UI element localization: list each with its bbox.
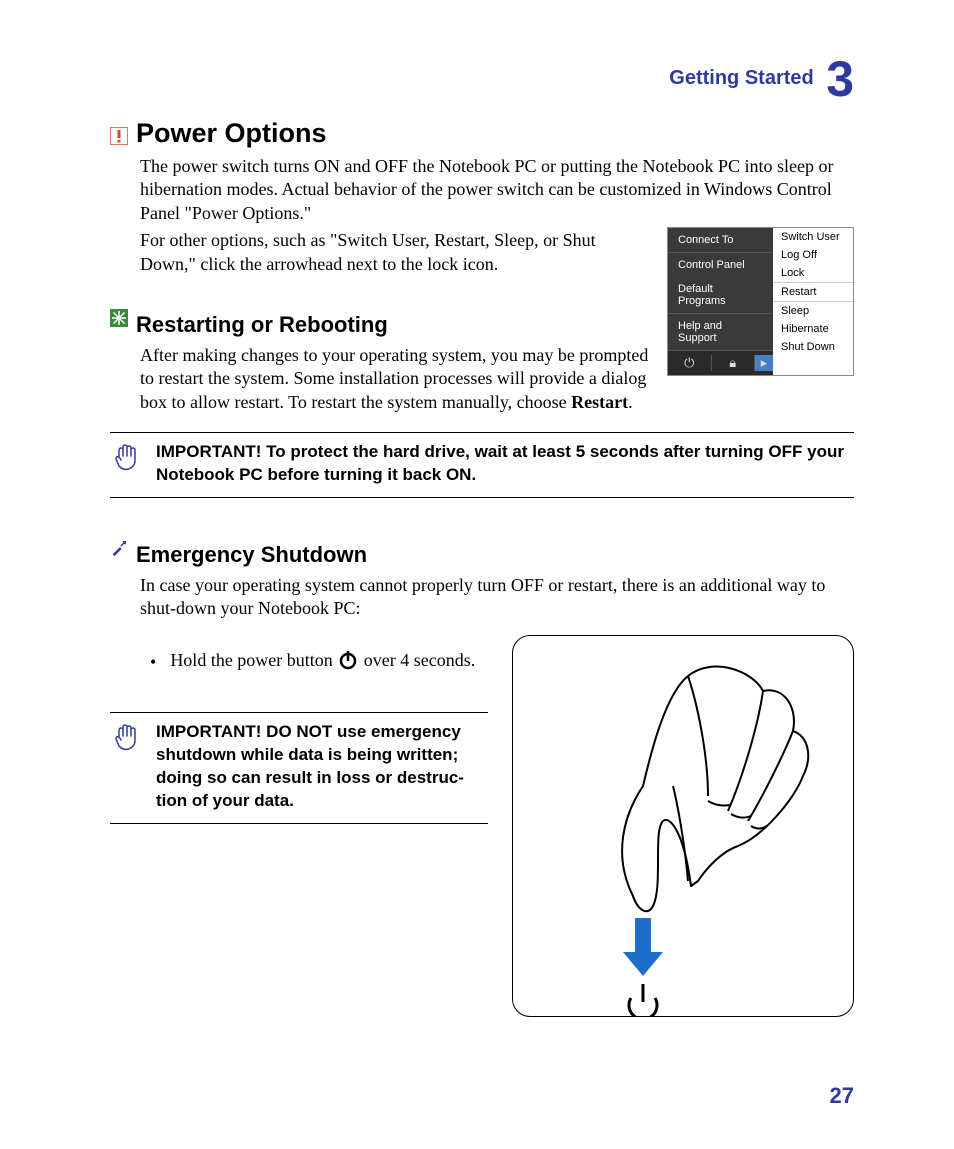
- arrow-icon: ▸: [755, 355, 773, 371]
- important-note-2: IMPORTANT! DO NOT use emergency shutdown…: [110, 712, 488, 824]
- bullet-dot: •: [150, 653, 156, 671]
- menu-item-log-off: Log Off: [773, 246, 853, 264]
- restarting-heading: Restarting or Rebooting: [136, 312, 388, 338]
- menu-item-restart: Restart: [773, 282, 853, 301]
- menu-item-lock: Lock: [773, 264, 853, 282]
- important-2-text: IMPORTANT! DO NOT use emergency shutdown…: [156, 721, 488, 813]
- menu-item-hibernate: Hibernate: [773, 320, 853, 338]
- important-1-text: IMPORTANT! To protect the hard drive, wa…: [156, 441, 854, 487]
- menu-item-shut-down: Shut Down: [773, 338, 853, 356]
- menu-item-switch-user: Switch User: [773, 228, 853, 246]
- chapter-title: Getting Started: [669, 67, 813, 89]
- hold-power-bullet: • Hold the power button over 4 seconds.: [150, 649, 488, 676]
- menu-item-connect-to: Connect To: [668, 228, 773, 252]
- lock-icon: 🔒︎: [711, 355, 756, 371]
- restarting-body-suffix: .: [628, 392, 633, 412]
- menu-item-control-panel: Control Panel: [668, 252, 773, 277]
- power-options-heading: Power Options: [136, 118, 327, 149]
- power-icon: ⏻: [668, 355, 711, 371]
- menu-item-sleep: Sleep: [773, 301, 853, 320]
- menu-item-help-support: Help and Support: [668, 313, 773, 350]
- hand-stop-icon: [112, 443, 142, 482]
- emergency-shutdown-body: In case your operating system cannot pro…: [140, 574, 854, 621]
- power-alert-icon: [110, 127, 128, 145]
- bullet-prefix: Hold the power button: [170, 650, 337, 670]
- bullet-suffix: over 4 seconds.: [364, 650, 475, 670]
- important-note-1: IMPORTANT! To protect the hard drive, wa…: [110, 432, 854, 498]
- power-options-body-1: The power switch turns ON and OFF the No…: [140, 155, 854, 225]
- power-button-icon: [337, 649, 359, 676]
- chapter-number: 3: [826, 51, 854, 107]
- start-menu-screenshot: Connect To Control Panel Default Program…: [667, 227, 854, 376]
- menu-item-default-programs: Default Programs: [668, 277, 773, 313]
- page-number: 27: [830, 1083, 854, 1109]
- screwdriver-icon: [110, 539, 128, 557]
- restart-icon: [110, 309, 128, 327]
- running-header: Getting Started 3: [110, 50, 854, 108]
- hand-press-illustration: [512, 635, 854, 1017]
- emergency-shutdown-heading: Emergency Shutdown: [136, 542, 367, 568]
- hand-stop-icon: [112, 723, 142, 762]
- restarting-body-bold: Restart: [571, 392, 628, 412]
